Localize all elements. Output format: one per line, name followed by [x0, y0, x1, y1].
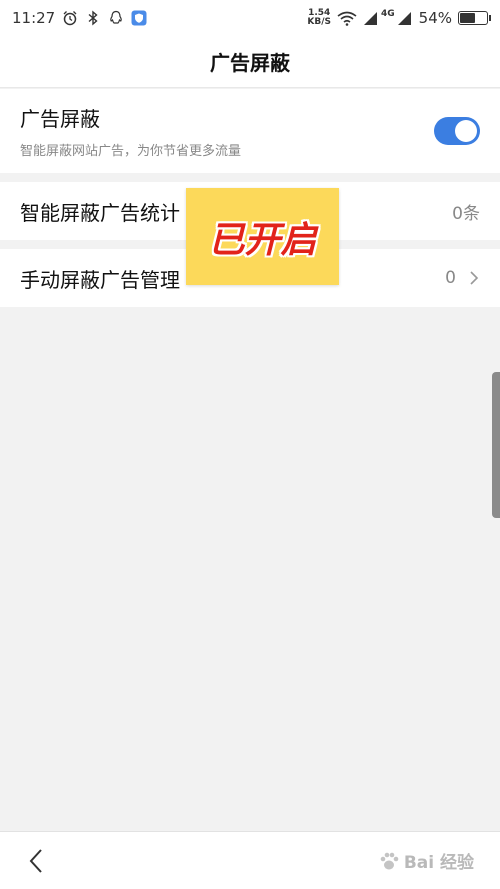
paw-logo-icon [380, 852, 399, 869]
ad-block-toggle[interactable] [434, 117, 480, 145]
title-bar: 广告屏蔽 [0, 36, 500, 88]
alarm-icon [63, 11, 77, 26]
smart-block-stats-label: 智能屏蔽广告统计 [20, 200, 180, 225]
manual-block-manage-value-group: 0 [445, 268, 480, 288]
wifi-icon [337, 11, 357, 26]
status-bar-right: 1.54 KB/S 4G 54% [307, 9, 491, 27]
enabled-annotation-text: 已开启 [208, 219, 317, 261]
ad-block-setting-texts: 广告屏蔽 智能屏蔽网站广告，为你节省更多流量 [20, 103, 241, 159]
ad-block-setting-row[interactable]: 广告屏蔽 智能屏蔽网站广告，为你节省更多流量 [0, 89, 500, 173]
toggle-knob [455, 120, 477, 142]
network-type: 4G [381, 9, 395, 19]
shield-app-icon [131, 10, 147, 26]
ad-block-description: 智能屏蔽网站广告，为你节省更多流量 [20, 144, 242, 159]
status-time: 11:27 [12, 9, 56, 27]
manual-block-manage-value: 0 [445, 268, 456, 288]
battery-icon [458, 11, 491, 25]
edge-scroll-handle[interactable] [492, 372, 500, 518]
network-speed: 1.54 KB/S [307, 9, 331, 27]
battery-percent: 54% [418, 9, 452, 27]
status-bar-left: 11:27 [12, 9, 147, 27]
watermark-text: Bai 经验 [403, 853, 474, 873]
enabled-annotation: 已开启 [186, 188, 339, 285]
signal-icon [364, 12, 377, 25]
manual-block-manage-label: 手动屏蔽广告管理 [20, 267, 180, 292]
network-speed-unit: KB/S [307, 17, 331, 27]
qq-icon [110, 10, 122, 24]
status-bar: 11:27 1.54 KB/S 4G 54% [0, 0, 500, 36]
smart-block-stats-value: 0条 [452, 203, 480, 224]
bottom-bar: Bai 经验 [0, 831, 500, 889]
page-title: 广告屏蔽 [210, 51, 290, 75]
chevron-right-icon [470, 271, 479, 285]
back-arrow-icon[interactable] [26, 847, 46, 875]
signal-icon-2 [397, 12, 411, 25]
bluetooth-icon [88, 10, 98, 26]
ad-block-label: 广告屏蔽 [20, 107, 100, 131]
baidu-watermark: Bai 经验 [378, 848, 474, 873]
battery-fill [460, 13, 476, 23]
